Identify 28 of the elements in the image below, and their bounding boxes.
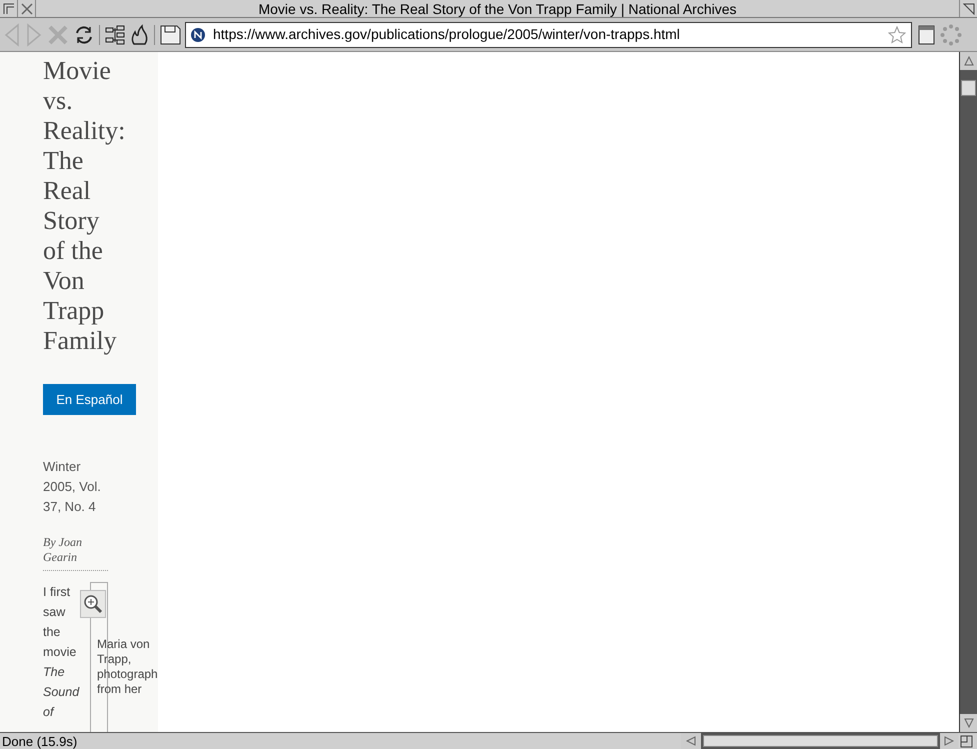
scroll-right-icon[interactable] <box>944 736 954 746</box>
horizontal-scrollbar[interactable] <box>681 732 958 749</box>
address-field[interactable]: https://www.archives.gov/publications/prologue/2005/winter/von-trapps.html <box>185 22 912 48</box>
article-title: Movie vs. Reality: The Real Story of the Von Trapp Family <box>43 56 126 356</box>
language-button[interactable]: En Español <box>43 384 136 415</box>
window-title: Movie vs. Reality: The Real Story of the Von Trapp Family | National Archives <box>258 2 737 16</box>
scroll-down-icon[interactable] <box>964 718 974 728</box>
site-icon <box>191 28 205 42</box>
scrollbar-thumb[interactable] <box>961 80 976 96</box>
status-text: Done (15.9s) <box>1 734 78 748</box>
issue-info: Winter 2005, Vol. 37, No. 4 <box>43 458 102 516</box>
vertical-scrollbar[interactable] <box>959 52 977 732</box>
zoom-in-icon[interactable] <box>80 590 106 618</box>
reload-icon[interactable] <box>73 24 95 46</box>
scroll-left-icon[interactable] <box>686 736 696 746</box>
toggle-size-icon[interactable] <box>959 0 977 17</box>
hierarchy-icon[interactable] <box>104 24 126 46</box>
byline: By Joan Gearin <box>43 535 83 565</box>
resize-icon[interactable] <box>958 732 975 749</box>
window-icon[interactable] <box>916 24 936 46</box>
save-icon[interactable] <box>159 24 181 46</box>
fire-icon[interactable] <box>130 24 150 46</box>
scroll-up-icon[interactable] <box>964 56 974 66</box>
image-caption: Maria von Trapp, photograph from her <box>97 637 159 697</box>
loading-icon <box>940 24 962 46</box>
star-icon[interactable] <box>888 26 906 44</box>
article-text: I first saw the movie The Sound of <box>43 584 79 721</box>
scrollbar-thumb[interactable] <box>703 735 938 747</box>
